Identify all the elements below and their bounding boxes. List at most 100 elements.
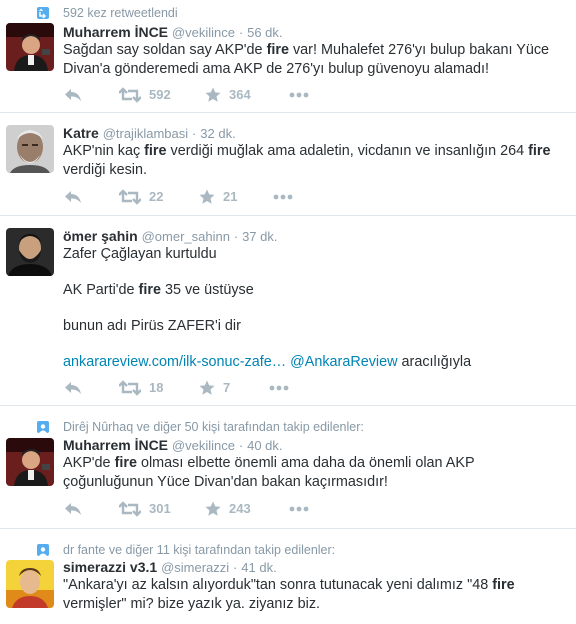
tweet-5[interactable]: dr fante ve diğer 11 kişi tarafından tak… [0, 529, 576, 624]
tweet-text-part: AKP'nin kaç [63, 143, 145, 159]
username[interactable]: @trajiklambasi [103, 126, 188, 141]
separator: · [233, 560, 238, 575]
tweet-1[interactable]: 592 kez retweetlendi Muharrem İNCE @veki… [0, 0, 576, 113]
favorite-count: 21 [223, 189, 238, 204]
retweet-count: 301 [149, 501, 171, 516]
follow-context-text[interactable]: Dirêj Nûrhaq ve diğer 50 kişi tarafından… [63, 420, 364, 434]
reply-icon [65, 382, 81, 394]
tweet-header: Muharrem İNCE @vekilince · 56 dk. [63, 23, 283, 41]
username[interactable]: @vekilince [172, 25, 235, 40]
favorite-button[interactable]: 21 [199, 188, 237, 206]
reply-button[interactable] [64, 500, 82, 518]
article-link[interactable]: ankarareview.com/ilk-sonuc-zafe… [63, 354, 286, 370]
retweet-button[interactable]: 592 [119, 86, 171, 104]
retweet-button[interactable]: 18 [119, 379, 163, 397]
fullname[interactable]: ömer şahin [63, 228, 138, 244]
highlight-term: fire [114, 455, 137, 471]
separator: · [192, 126, 197, 141]
more-dots-icon [289, 92, 309, 98]
tweet-text-part: verdiği muğlak ama adaletin, vicdanın ve… [166, 143, 529, 159]
favorite-button[interactable]: 364 [205, 86, 251, 104]
username[interactable]: @omer_sahinn [142, 229, 230, 244]
retweet-context-text: 592 kez retweetlendi [63, 6, 178, 20]
reply-icon [65, 89, 81, 101]
tweet-text-part: AK Parti'de [63, 282, 139, 298]
tweet-text-part: Sağdan say soldan say AKP'de [63, 42, 267, 58]
timestamp[interactable]: 32 dk. [200, 126, 235, 141]
fullname[interactable]: Katre [63, 125, 99, 141]
tweet-text: AKP'nin kaç fire verdiği muğlak ama adal… [63, 142, 563, 180]
tweet-header: simerazzi v3.1 @simerazzi · 41 dk. [63, 558, 277, 576]
star-icon [199, 380, 215, 395]
more-dots-icon [269, 385, 289, 391]
fullname[interactable]: simerazzi v3.1 [63, 559, 157, 575]
reply-button[interactable] [64, 188, 82, 206]
more-button[interactable] [273, 188, 293, 206]
tweet-text: "Ankara'yı az kalsın alıyorduk"tan sonra… [63, 576, 563, 614]
tweet-line: bunun adı Pirüs ZAFER'i dir [63, 318, 241, 334]
follow-context-icon [37, 421, 49, 433]
follow-context-text[interactable]: dr fante ve diğer 11 kişi tarafından tak… [63, 543, 335, 557]
mention-link[interactable]: @AnkaraReview [290, 354, 397, 370]
highlight-term: fire [528, 143, 551, 159]
tweet-actions: 18 7 [63, 379, 363, 397]
more-dots-icon [273, 194, 293, 200]
tweet-actions: 301 243 [63, 500, 363, 518]
fullname[interactable]: Muharrem İNCE [63, 24, 168, 40]
timestamp[interactable]: 41 dk. [241, 560, 276, 575]
timestamp[interactable]: 40 dk. [247, 438, 282, 453]
avatar[interactable] [6, 23, 54, 71]
separator: · [238, 438, 244, 453]
tweet-header: Muharrem İNCE @vekilince · 40 dk. [63, 436, 283, 454]
avatar[interactable] [6, 228, 54, 276]
retweet-button[interactable]: 22 [119, 188, 163, 206]
retweet-button[interactable]: 301 [119, 500, 171, 518]
tweet-text-part: verdiği kesin. [63, 162, 147, 178]
tweet-text-part: AKP'de [63, 455, 115, 471]
avatar[interactable] [6, 438, 54, 486]
favorite-button[interactable]: 243 [205, 500, 251, 518]
favorite-count: 243 [229, 501, 251, 516]
avatar[interactable] [6, 125, 54, 173]
tweet-line: Zafer Çağlayan kurtuldu [63, 246, 217, 262]
tweet-header: ömer şahin @omer_sahinn · 37 dk. [63, 227, 278, 245]
tweet-text-part: "Ankara'yı az kalsın alıyorduk"tan sonra… [63, 577, 493, 593]
tweet-actions: 592 364 [63, 86, 363, 104]
retweet-count: 18 [149, 380, 164, 395]
reply-button[interactable] [64, 86, 82, 104]
favorite-count: 364 [229, 87, 251, 102]
username[interactable]: @vekilince [172, 438, 235, 453]
avatar[interactable] [6, 560, 54, 608]
more-button[interactable] [289, 86, 309, 104]
tweet-3[interactable]: ömer şahin @omer_sahinn · 37 dk. Zafer Ç… [0, 216, 576, 406]
reply-button[interactable] [64, 379, 82, 397]
highlight-term: fire [266, 42, 289, 58]
highlight-term: fire [138, 282, 161, 298]
retweet-icon [119, 380, 141, 396]
timestamp[interactable]: 37 dk. [242, 229, 277, 244]
tweet-text: Zafer Çağlayan kurtuldu AK Parti'de fire… [63, 245, 563, 372]
star-icon [205, 501, 221, 516]
fullname[interactable]: Muharrem İNCE [63, 437, 168, 453]
tweet-text: AKP'de fire olması elbette önemli ama da… [63, 454, 563, 492]
timestamp[interactable]: 56 dk. [247, 25, 282, 40]
more-button[interactable] [289, 500, 309, 518]
more-button[interactable] [269, 379, 289, 397]
tweet-4[interactable]: Dirêj Nûrhaq ve diğer 50 kişi tarafından… [0, 406, 576, 529]
username[interactable]: @simerazzi [161, 560, 229, 575]
reply-icon [65, 191, 81, 203]
timeline: 592 kez retweetlendi Muharrem İNCE @veki… [0, 0, 576, 624]
highlight-term: fire [144, 143, 167, 159]
tweet-line: AK Parti'de fire 35 ve üstüyse [63, 281, 563, 300]
tweet-line: ankarareview.com/ilk-sonuc-zafe… @Ankara… [63, 353, 563, 372]
tweet-header: Katre @trajiklambasi · 32 dk. [63, 124, 236, 142]
separator: · [238, 25, 244, 40]
highlight-term: fire [492, 577, 515, 593]
separator: · [233, 229, 239, 244]
tweet-2[interactable]: Katre @trajiklambasi · 32 dk. AKP'nin ka… [0, 113, 576, 216]
retweet-badge-icon [37, 7, 49, 19]
favorite-button[interactable]: 7 [199, 379, 230, 397]
retweet-icon [119, 189, 141, 205]
